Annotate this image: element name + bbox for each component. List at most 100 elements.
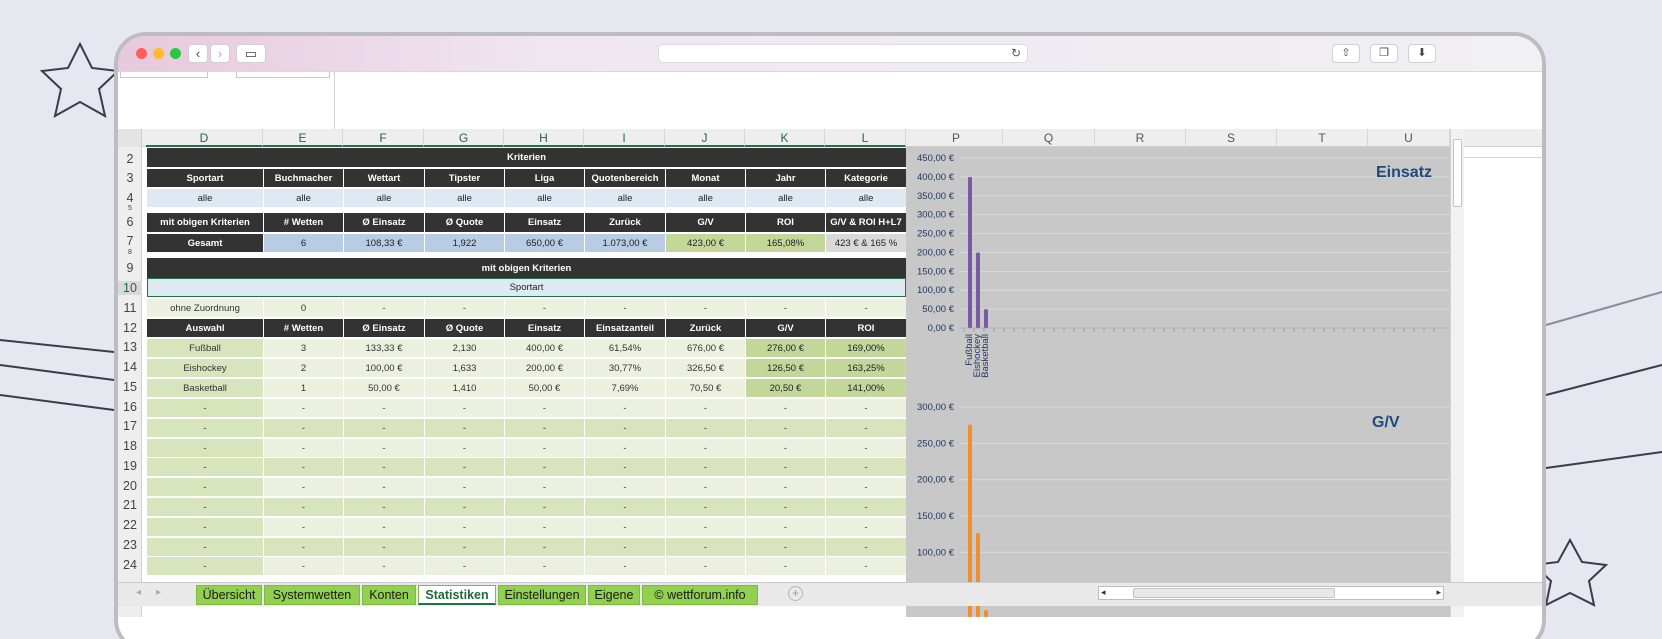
column-header[interactable]: H xyxy=(504,129,584,147)
forward-button[interactable]: › xyxy=(210,44,230,63)
scroll-left-icon[interactable]: ◂ xyxy=(1101,587,1106,598)
back-button[interactable]: ‹ xyxy=(188,44,208,63)
column-header[interactable]: P xyxy=(910,129,1003,147)
row-header[interactable]: 6 xyxy=(118,215,142,229)
column-header[interactable]: R xyxy=(1095,129,1186,147)
empty-cell: - xyxy=(826,399,906,417)
row-header[interactable]: 3 xyxy=(118,171,142,185)
filter-cell[interactable]: alle xyxy=(425,189,504,207)
empty-cell: - xyxy=(746,399,825,417)
row-header[interactable]: 5 xyxy=(118,205,142,213)
empty-cell: - xyxy=(425,439,504,457)
horizontal-scroll-thumb[interactable] xyxy=(1133,588,1335,598)
column-header[interactable]: J xyxy=(665,129,745,147)
close-window-button[interactable] xyxy=(136,48,147,59)
tab-uebersicht[interactable]: Übersicht xyxy=(196,585,262,605)
kriterien-header: Wettart xyxy=(344,169,424,187)
column-header[interactable]: T xyxy=(1277,129,1368,147)
filter-cell[interactable]: alle xyxy=(505,189,584,207)
table-cell: Fußball xyxy=(147,339,263,357)
tab-scroll-left-icon[interactable]: ◂ xyxy=(136,587,141,598)
summary-header: G/V & ROI H+L7 xyxy=(826,213,906,232)
row-header[interactable]: 24 xyxy=(118,558,142,572)
filter-cell[interactable]: alle xyxy=(585,189,665,207)
empty-cell: - xyxy=(746,538,825,556)
row-header[interactable]: 11 xyxy=(118,301,142,315)
row-header[interactable]: 19 xyxy=(118,459,142,473)
vertical-scrollbar[interactable] xyxy=(1450,129,1464,617)
filter-cell[interactable]: alle xyxy=(666,189,745,207)
add-sheet-button[interactable]: + xyxy=(788,586,803,601)
row-header[interactable]: 8 xyxy=(118,249,142,257)
column-header[interactable]: I xyxy=(584,129,665,147)
address-bar[interactable]: ↻ xyxy=(658,44,1028,63)
tab-scroll-right-icon[interactable]: ▸ xyxy=(156,587,161,598)
select-all-corner[interactable] xyxy=(118,129,142,147)
row-header[interactable]: 16 xyxy=(118,400,142,414)
table-cell: 3 xyxy=(264,339,343,357)
row-header[interactable]: 10 xyxy=(118,281,142,295)
column-header[interactable]: F xyxy=(343,129,424,147)
share-button[interactable]: ⇧ xyxy=(1332,44,1360,63)
downloads-button[interactable]: ⬇ xyxy=(1408,44,1436,63)
row-header[interactable]: 22 xyxy=(118,518,142,532)
horizontal-scrollbar[interactable]: ◂ ▸ xyxy=(1098,586,1444,600)
tab-wettforum[interactable]: © wettforum.info xyxy=(642,585,758,605)
sportart-dropdown[interactable]: Sportart xyxy=(147,278,906,297)
unassigned-cell: - xyxy=(666,299,745,317)
row-header[interactable]: 23 xyxy=(118,538,142,552)
empty-cell: - xyxy=(344,557,424,575)
column-header[interactable]: E xyxy=(263,129,343,147)
name-box[interactable] xyxy=(120,72,208,78)
empty-cell: - xyxy=(585,557,665,575)
row-header[interactable]: 18 xyxy=(118,439,142,453)
row-header[interactable]: 15 xyxy=(118,380,142,394)
filter-cell[interactable]: alle xyxy=(147,189,263,207)
row-header[interactable]: 13 xyxy=(118,340,142,354)
row-header[interactable]: 14 xyxy=(118,360,142,374)
row-header[interactable]: 2 xyxy=(118,152,142,166)
reload-icon[interactable]: ↻ xyxy=(1011,46,1021,60)
sidebar-toggle-button[interactable]: ▭ xyxy=(236,44,266,63)
column-header[interactable]: U xyxy=(1368,129,1450,147)
column-header[interactable]: L xyxy=(825,129,906,147)
minimize-window-button[interactable] xyxy=(153,48,164,59)
table-cell: 169,00% xyxy=(826,339,906,357)
empty-cell: - xyxy=(264,439,343,457)
column-header[interactable]: G xyxy=(424,129,504,147)
row-header[interactable]: 7 xyxy=(118,234,142,248)
tabs-overview-button[interactable]: ❐ xyxy=(1370,44,1398,63)
column-header[interactable]: K xyxy=(745,129,825,147)
tab-eigene[interactable]: Eigene xyxy=(588,585,640,605)
column-header[interactable]: S xyxy=(1186,129,1277,147)
maximize-window-button[interactable] xyxy=(170,48,181,59)
row-header[interactable]: 4 xyxy=(118,191,142,205)
tab-statistiken[interactable]: Statistiken xyxy=(418,585,496,605)
filter-cell[interactable]: alle xyxy=(746,189,825,207)
ribbon-control[interactable] xyxy=(236,72,330,78)
empty-cell: - xyxy=(425,557,504,575)
spreadsheet-grid[interactable]: Kriterien Sportart Buchmacher Wettart Tipste… xyxy=(146,147,906,617)
y-tick-label: 250,00 € xyxy=(917,229,955,240)
scroll-right-icon[interactable]: ▸ xyxy=(1436,587,1441,598)
row-header[interactable]: 9 xyxy=(118,261,142,275)
vertical-scroll-thumb[interactable] xyxy=(1453,139,1462,207)
empty-cell: - xyxy=(585,399,665,417)
row-header[interactable]: 17 xyxy=(118,419,142,433)
row-header[interactable]: 21 xyxy=(118,498,142,512)
tab-konten[interactable]: Konten xyxy=(362,585,416,605)
filter-cell[interactable]: alle xyxy=(264,189,343,207)
row-header[interactable]: 20 xyxy=(118,479,142,493)
empty-cell: - xyxy=(826,458,906,476)
column-header[interactable]: D xyxy=(146,129,263,147)
column-header[interactable]: Q xyxy=(1003,129,1095,147)
empty-cell: - xyxy=(666,518,745,536)
tab-systemwetten[interactable]: Systemwetten xyxy=(264,585,360,605)
row-header[interactable]: 12 xyxy=(118,321,142,335)
filter-cell[interactable]: alle xyxy=(344,189,424,207)
y-tick-label: 200,00 € xyxy=(917,247,955,258)
table-cell: 326,50 € xyxy=(666,359,745,377)
tab-einstellungen[interactable]: Einstellungen xyxy=(498,585,586,605)
table-cell: 2 xyxy=(264,359,343,377)
filter-cell[interactable]: alle xyxy=(826,189,906,207)
